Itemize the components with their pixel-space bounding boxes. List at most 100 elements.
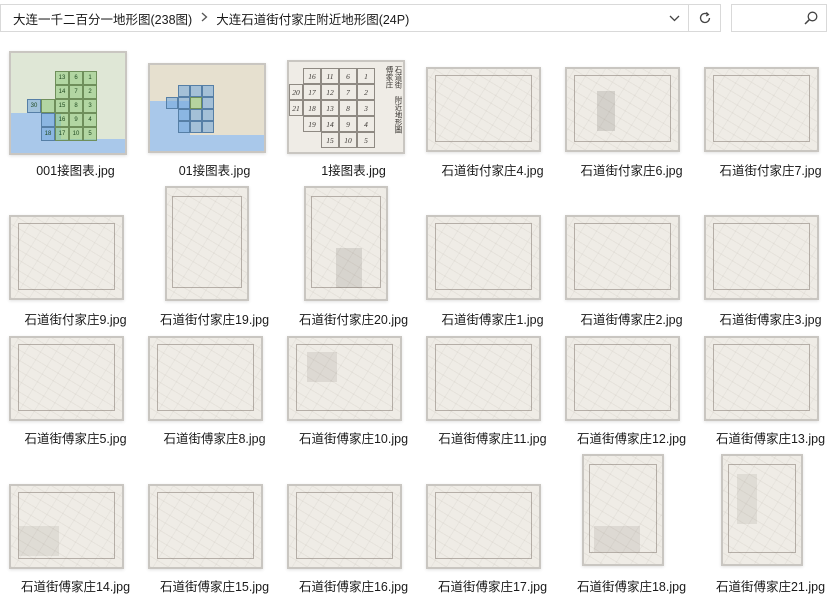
file-thumbnail xyxy=(428,217,539,298)
index-cell: 3 xyxy=(357,100,375,116)
refresh-button[interactable] xyxy=(689,4,721,32)
file-thumbnail xyxy=(150,486,261,567)
breadcrumb-item-current[interactable]: 大连石道街付家庄附近地形图(24P) xyxy=(213,9,412,28)
file-name: 石道街傅家庄17.jpg xyxy=(437,580,548,594)
file-item[interactable]: 石道街傅家庄2.jpg xyxy=(564,185,699,330)
file-item[interactable]: 石道街傅家庄12.jpg xyxy=(564,335,699,450)
file-item[interactable]: 石道街傅家庄16.jpg xyxy=(286,452,421,602)
map-feature xyxy=(336,248,362,288)
index-cell: 15 xyxy=(55,99,69,113)
file-item[interactable]: 13 6 1 14 7 2 30 15 8 3 16 9 4 18 17 10 … xyxy=(8,50,143,180)
map-feature xyxy=(594,526,640,552)
file-item[interactable]: 石道街付家庄20.jpg xyxy=(286,185,421,330)
file-thumbnail xyxy=(428,486,539,567)
address-bar[interactable]: 大连一千二百分一地形图(238图) 大连石道街付家庄附近地形图(24P) xyxy=(0,4,689,32)
file-item[interactable]: 石道街傅家庄11.jpg xyxy=(425,335,560,450)
file-item[interactable]: 石道街傅家庄5.jpg xyxy=(8,335,143,450)
file-thumbnail xyxy=(11,486,122,567)
index-cell: 6 xyxy=(69,71,83,85)
file-item[interactable]: 石道街傅家庄13.jpg xyxy=(703,335,827,450)
file-thumbnail xyxy=(289,338,400,419)
sheet-title: 石道街 xyxy=(394,66,403,89)
file-thumbnail xyxy=(428,338,539,419)
file-thumbnail xyxy=(706,338,817,419)
index-cell: 13 xyxy=(321,100,339,116)
index-cell: 20 xyxy=(289,84,303,100)
file-item[interactable]: 石道街傅家庄1.jpg xyxy=(425,185,560,330)
index-cell: 10 xyxy=(69,127,83,141)
file-thumbnail xyxy=(706,69,817,150)
index-cell: 17 xyxy=(55,127,69,141)
file-thumbnail xyxy=(428,69,539,150)
file-thumbnail xyxy=(289,486,400,567)
file-thumbnail: 16 11 6 1 20 17 12 7 2 21 18 13 8 3 19 1… xyxy=(289,62,403,152)
index-cell: 7 xyxy=(69,85,83,99)
file-name: 石道街傅家庄16.jpg xyxy=(298,580,409,594)
refresh-icon xyxy=(699,11,710,24)
file-thumbnail xyxy=(567,69,678,150)
index-cell: 8 xyxy=(339,100,357,116)
file-item[interactable]: 石道街付家庄4.jpg xyxy=(425,50,560,180)
index-cell: 8 xyxy=(69,99,83,113)
file-name: 石道街傅家庄15.jpg xyxy=(159,580,270,594)
index-cell: 14 xyxy=(321,116,339,132)
index-cell: 2 xyxy=(83,85,97,99)
index-cell: 19 xyxy=(303,116,321,132)
index-cell xyxy=(202,97,214,109)
index-cell: 16 xyxy=(55,113,69,127)
toolbar: 大连一千二百分一地形图(238图) 大连石道街付家庄附近地形图(24P) xyxy=(0,0,827,36)
file-thumbnail xyxy=(706,217,817,298)
file-item[interactable]: 石道街傅家庄17.jpg xyxy=(425,452,560,602)
file-thumbnail xyxy=(306,188,386,299)
breadcrumb-item-parent[interactable]: 大连一千二百分一地形图(238图) xyxy=(10,9,195,28)
index-cell: 5 xyxy=(83,127,97,141)
index-cell: 30 xyxy=(27,99,41,113)
chevron-right-icon[interactable] xyxy=(195,12,213,25)
search-input[interactable] xyxy=(736,9,800,27)
file-name: 石道街傅家庄13.jpg xyxy=(715,432,826,446)
breadcrumb: 大连一千二百分一地形图(238图) 大连石道街付家庄附近地形图(24P) xyxy=(1,5,412,31)
index-cell: 4 xyxy=(83,113,97,127)
index-cell: 9 xyxy=(69,113,83,127)
file-item[interactable]: 石道街傅家庄21.jpg xyxy=(703,452,827,602)
file-item[interactable]: 石道街傅家庄3.jpg xyxy=(703,185,827,330)
index-cell: 3 xyxy=(83,99,97,113)
index-cell xyxy=(190,97,202,109)
index-cell xyxy=(202,109,214,121)
sea-area xyxy=(150,135,264,151)
index-cell: 9 xyxy=(339,116,357,132)
file-thumbnail xyxy=(11,217,122,298)
search-icon[interactable] xyxy=(804,11,818,25)
file-item[interactable]: 石道街付家庄6.jpg xyxy=(564,50,699,180)
file-item[interactable]: 01接图表.jpg xyxy=(147,50,282,180)
file-item[interactable]: 石道街付家庄7.jpg xyxy=(703,50,827,180)
sheet-title: 傅家庄 xyxy=(385,66,394,89)
index-cell: 13 xyxy=(55,71,69,85)
file-item[interactable]: 石道街傅家庄10.jpg xyxy=(286,335,421,450)
file-item[interactable]: 石道街傅家庄18.jpg xyxy=(564,452,699,602)
index-cell: 18 xyxy=(41,127,55,141)
file-name: 石道街傅家庄10.jpg xyxy=(298,432,409,446)
search-box[interactable] xyxy=(731,4,827,32)
file-name: 石道街付家庄19.jpg xyxy=(159,313,270,327)
map-feature xyxy=(737,474,757,524)
chevron-down-icon[interactable] xyxy=(661,5,687,31)
index-cell: 1 xyxy=(357,68,375,84)
index-cell: 14 xyxy=(55,85,69,99)
file-item[interactable]: 石道街傅家庄8.jpg xyxy=(147,335,282,450)
file-item[interactable]: 16 11 6 1 20 17 12 7 2 21 18 13 8 3 19 1… xyxy=(286,50,421,180)
file-item[interactable]: 石道街傅家庄15.jpg xyxy=(147,452,282,602)
file-name: 石道街傅家庄3.jpg xyxy=(719,313,822,327)
file-name: 01接图表.jpg xyxy=(178,164,251,178)
file-name: 石道街傅家庄12.jpg xyxy=(576,432,687,446)
file-thumbnail xyxy=(723,456,801,564)
file-item[interactable]: 石道街付家庄19.jpg xyxy=(147,185,282,330)
index-cell xyxy=(190,109,202,121)
file-thumbnail: 13 6 1 14 7 2 30 15 8 3 16 9 4 18 17 10 … xyxy=(11,53,125,153)
index-cell xyxy=(202,85,214,97)
file-item[interactable]: 石道街付家庄9.jpg xyxy=(8,185,143,330)
index-cell: 11 xyxy=(321,68,339,84)
index-cell xyxy=(178,97,190,109)
file-item[interactable]: 石道街傅家庄14.jpg xyxy=(8,452,143,602)
index-cell: 17 xyxy=(303,84,321,100)
